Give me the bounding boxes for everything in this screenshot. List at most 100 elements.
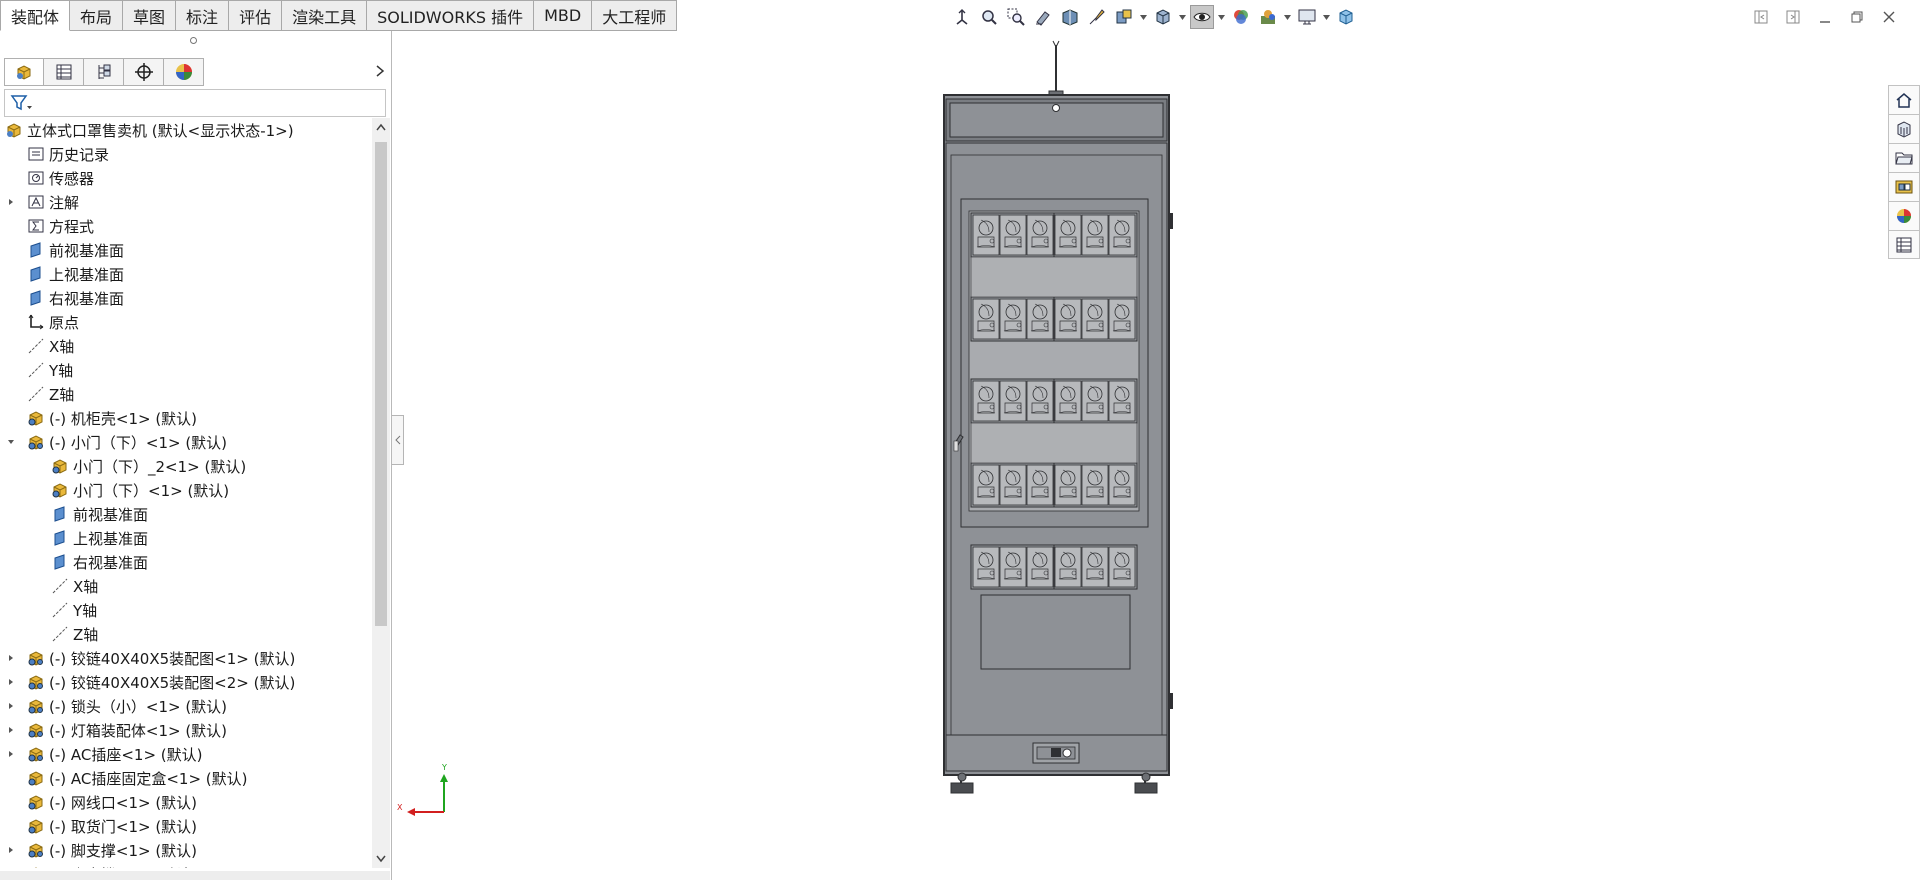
custom-properties-icon[interactable] [1888,230,1920,259]
expand-arrow-icon[interactable] [4,843,18,857]
configuration-manager-icon [98,64,110,79]
panel-split-handle[interactable] [190,37,197,44]
chevron-down-icon[interactable] [1217,5,1226,29]
expand-arrow-icon[interactable] [4,747,18,761]
tree-item[interactable]: (-) 网线口<1> (默认) [0,790,372,814]
command-tab[interactable]: 渲染工具 [282,0,368,31]
zoom-to-fit-icon[interactable] [977,5,1001,29]
3d-view-icon[interactable] [1334,5,1358,29]
tree-horizontal-scrollbar[interactable] [0,871,390,880]
tree-item[interactable]: 方程式 [0,214,372,238]
tree-item[interactable]: 前视基准面 [0,502,372,526]
tree-item[interactable]: (-) 脚支撑<2> (默认) [0,862,372,868]
expand-arrow-icon[interactable] [4,651,18,665]
dimxpert-manager-tab[interactable] [124,58,164,86]
command-tab[interactable]: 评估 [229,0,283,31]
apply-scene-icon[interactable] [1256,5,1280,29]
close-icon[interactable] [1878,6,1900,28]
tree-item[interactable]: 原点 [0,310,372,334]
reference-triad: Y X [395,760,455,820]
tree-item[interactable]: 历史记录 [0,142,372,166]
command-tab[interactable]: 大工程师 [592,0,678,31]
tree-item-label: 历史记录 [49,145,110,164]
tree-item[interactable]: 右视基准面 [0,286,372,310]
view-palette-icon[interactable] [1888,172,1920,201]
tree-item[interactable]: X轴 [0,334,372,358]
tree-item[interactable]: 小门（下）<1> (默认) [0,478,372,502]
tree-item[interactable]: (-) 铰链40X40X5装配图<2> (默认) [0,670,372,694]
solidworks-window: 装配体 布局 草图 标注 评估 渲染工具 SOLIDWORKS 插件 MBD 大工程师 [0,0,1920,880]
minimize-icon[interactable] [1814,6,1836,28]
configuration-manager-tab[interactable] [84,58,124,86]
section-view-icon[interactable] [1058,5,1082,29]
tree-item[interactable]: (-) 锁头（小）<1> (默认) [0,694,372,718]
tree-item[interactable]: (-) 小门（下）<1> (默认) [0,430,372,454]
tree-item-label: 方程式 [49,217,95,236]
hide-show-items-icon[interactable] [1190,5,1214,29]
command-tab[interactable]: SOLIDWORKS 插件 [367,0,535,31]
tree-item[interactable]: (-) 铰链40X40X5装配图<1> (默认) [0,646,372,670]
restore-icon[interactable] [1846,6,1868,28]
edit-appearance-icon[interactable] [1229,5,1253,29]
tree-item[interactable]: X轴 [0,574,372,598]
appearances-scenes-icon[interactable] [1888,201,1920,230]
tree-item[interactable]: 传感器 [0,166,372,190]
expand-arrow-icon[interactable] [4,675,18,689]
display-style-icon[interactable] [1151,5,1175,29]
feature-tree-filter[interactable] [4,89,386,117]
tree-item-label: 右视基准面 [73,553,149,572]
previous-document-icon[interactable] [1750,6,1772,28]
expand-arrow-icon[interactable] [4,195,18,209]
solidworks-resources-icon[interactable] [1888,85,1920,114]
tree-item[interactable]: 上视基准面 [0,262,372,286]
view-settings-icon[interactable] [1295,5,1319,29]
chevron-down-icon[interactable] [1322,5,1331,29]
chevron-down-icon[interactable] [1178,5,1187,29]
chevron-down-icon[interactable] [1283,5,1292,29]
tree-item[interactable]: Z轴 [0,382,372,406]
next-document-icon[interactable] [1782,6,1804,28]
vending-machine-model[interactable] [393,31,1888,880]
command-tab[interactable]: 草图 [123,0,177,31]
expand-arrow-icon[interactable] [4,867,18,868]
tree-item[interactable]: Z轴 [0,622,372,646]
design-library-icon[interactable] [1888,114,1920,143]
tree-item[interactable]: 右视基准面 [0,550,372,574]
scroll-down-icon[interactable] [372,850,390,868]
command-tab[interactable]: 装配体 [0,0,71,31]
tree-item[interactable]: (-) 脚支撑<1> (默认) [0,838,372,862]
feature-manager-tab[interactable] [4,58,44,86]
chevron-down-icon[interactable] [1139,5,1148,29]
command-tab[interactable]: MBD [534,0,593,31]
display-manager-tab[interactable] [164,58,204,86]
view-orientation-icon[interactable] [950,5,974,29]
collapse-arrow-icon[interactable] [4,435,18,449]
view-palette-icon[interactable] [1112,5,1136,29]
expand-arrow-icon[interactable] [4,723,18,737]
zoom-to-area-icon[interactable] [1004,5,1028,29]
command-tab[interactable]: 布局 [70,0,124,31]
tree-item[interactable]: (-) 机柜壳<1> (默认) [0,406,372,430]
command-tab[interactable]: 标注 [176,0,230,31]
scroll-up-icon[interactable] [372,118,390,136]
file-explorer-icon[interactable] [1888,143,1920,172]
tree-root[interactable]: 立体式口罩售卖机 (默认<显示状态-1>) [0,118,372,142]
tree-item[interactable]: 前视基准面 [0,238,372,262]
tree-item[interactable]: 上视基准面 [0,526,372,550]
scrollbar-thumb[interactable] [375,142,387,626]
tree-item[interactable]: 注解 [0,190,372,214]
tree-item[interactable]: 小门（下）_2<1> (默认) [0,454,372,478]
tree-vertical-scrollbar[interactable] [372,118,390,868]
property-manager-tab[interactable] [44,58,84,86]
tree-item[interactable]: (-) 取货门<1> (默认) [0,814,372,838]
tree-item[interactable]: (-) AC插座固定盒<1> (默认) [0,766,372,790]
dynamic-annotation-icon[interactable] [1085,5,1109,29]
graphics-area[interactable] [393,31,1888,880]
tree-item[interactable]: (-) 灯箱装配体<1> (默认) [0,718,372,742]
chevron-right-icon[interactable] [372,61,388,81]
tree-item[interactable]: Y轴 [0,358,372,382]
tree-item[interactable]: Y轴 [0,598,372,622]
previous-view-icon[interactable] [1031,5,1055,29]
expand-arrow-icon[interactable] [4,699,18,713]
tree-item[interactable]: (-) AC插座<1> (默认) [0,742,372,766]
